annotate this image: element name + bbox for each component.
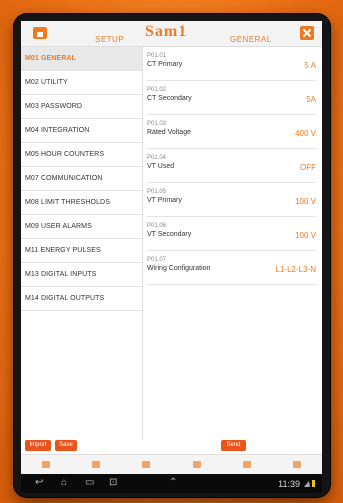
- save-button[interactable]: Save: [55, 440, 77, 451]
- menu-item-user-alarms[interactable]: M09 USER ALARMS: [21, 215, 142, 239]
- setup-menu: M01 GENERAL M02 UTILITY M03 PASSWORD M04…: [21, 47, 143, 440]
- battery-wifi-icon: [304, 480, 315, 487]
- param-name: VT Secondary: [147, 231, 192, 238]
- param-code: P01.01: [147, 53, 167, 59]
- param-value[interactable]: 400 V: [295, 129, 316, 138]
- param-name: VT Primary: [147, 197, 182, 204]
- param-value[interactable]: OFF: [300, 163, 316, 172]
- menu-item-energy-pulses[interactable]: M11 ENERGY PULSES: [21, 239, 142, 263]
- menu-item-integration[interactable]: M04 INTEGRATION: [21, 119, 142, 143]
- setup-tab-icon: [192, 461, 201, 468]
- status-clock: 11:39: [278, 479, 300, 489]
- param-code: P01.05: [147, 189, 167, 195]
- menu-item-digital-outputs[interactable]: M14 DIGITAL OUTPUTS: [21, 287, 142, 311]
- param-name: Rated Voltage: [147, 129, 191, 136]
- param-code: P01.07: [147, 257, 167, 263]
- param-code: P01.06: [147, 223, 167, 229]
- app-logo: Sam1: [145, 23, 188, 40]
- param-code: P01.03: [147, 121, 167, 127]
- menu-item-hour-counters[interactable]: M05 HOUR COUNTERS: [21, 143, 142, 167]
- measures-tab-icon: [92, 461, 101, 468]
- back-icon[interactable]: ↩: [35, 478, 43, 488]
- info-tab-icon: [292, 461, 301, 468]
- tab-alarms[interactable]: [121, 455, 171, 474]
- param-value[interactable]: 100 V: [295, 197, 316, 206]
- param-row[interactable]: P01.01 CT Primary 5 A: [147, 47, 316, 81]
- param-row[interactable]: P01.06 VT Secondary 100 V: [147, 217, 316, 251]
- recent-apps-icon[interactable]: ▭: [85, 478, 94, 488]
- menu-item-limit-thresholds[interactable]: M08 LIMIT THRESHOLDS: [21, 191, 142, 215]
- param-name: CT Primary: [147, 61, 183, 68]
- param-value[interactable]: 5A: [306, 95, 316, 104]
- param-name: VT Used: [147, 163, 175, 170]
- param-value[interactable]: 100 V: [295, 231, 316, 240]
- tablet-screen: Sam1 SETUP GENERAL M01 GENERAL M02 UTILI…: [21, 21, 322, 493]
- home-tab-icon: [42, 461, 51, 468]
- send-button[interactable]: Send: [221, 440, 246, 451]
- general-header: GENERAL: [230, 35, 272, 44]
- app-header: Sam1 SETUP GENERAL: [21, 21, 322, 47]
- param-value[interactable]: 5 A: [304, 61, 316, 70]
- param-row[interactable]: P01.03 Rated Voltage 400 V: [147, 115, 316, 149]
- menu-item-digital-inputs[interactable]: M13 DIGITAL INPUTS: [21, 263, 142, 287]
- android-nav-bar: ↩ ⌂ ▭ ⊡ ⌃ 11:39: [21, 474, 322, 493]
- tab-setup[interactable]: [172, 455, 222, 474]
- param-name: Wiring Configuration: [147, 265, 211, 272]
- alarm-tab-icon: [142, 461, 151, 468]
- screenshot-icon[interactable]: ⊡: [109, 478, 117, 488]
- tab-info[interactable]: [272, 455, 322, 474]
- tab-home[interactable]: [21, 455, 71, 474]
- menu-item-password[interactable]: M03 PASSWORD: [21, 95, 142, 119]
- param-row[interactable]: P01.04 VT Used OFF: [147, 149, 316, 183]
- setup-header: SETUP: [95, 35, 125, 44]
- menu-item-general[interactable]: M01 GENERAL: [21, 47, 142, 71]
- import-button[interactable]: Import: [25, 440, 51, 451]
- param-row[interactable]: P01.05 VT Primary 100 V: [147, 183, 316, 217]
- chevron-up-icon[interactable]: ⌃: [169, 478, 177, 488]
- menu-item-utility[interactable]: M02 UTILITY: [21, 71, 142, 95]
- action-bar: Import Save Send: [21, 440, 322, 454]
- home-nav-icon[interactable]: ⌂: [61, 478, 67, 488]
- tab-history[interactable]: [222, 455, 272, 474]
- param-code: P01.02: [147, 87, 167, 93]
- param-code: P01.04: [147, 155, 167, 161]
- param-row[interactable]: P01.07 Wiring Configuration L1-L2-L3-N: [147, 251, 316, 285]
- param-row[interactable]: P01.02 CT Secondary 5A: [147, 81, 316, 115]
- param-value[interactable]: L1-L2-L3-N: [276, 265, 316, 274]
- main-content: M01 GENERAL M02 UTILITY M03 PASSWORD M04…: [21, 47, 322, 440]
- param-name: CT Secondary: [147, 95, 192, 102]
- bottom-tab-bar: [21, 454, 322, 474]
- close-icon[interactable]: [300, 26, 314, 40]
- history-tab-icon: [242, 461, 251, 468]
- parameter-list: P01.01 CT Primary 5 A P01.02 CT Secondar…: [143, 47, 322, 440]
- menu-item-communication[interactable]: M07 COMMUNICATION: [21, 167, 142, 191]
- home-icon[interactable]: [33, 27, 47, 39]
- tab-measures[interactable]: [71, 455, 121, 474]
